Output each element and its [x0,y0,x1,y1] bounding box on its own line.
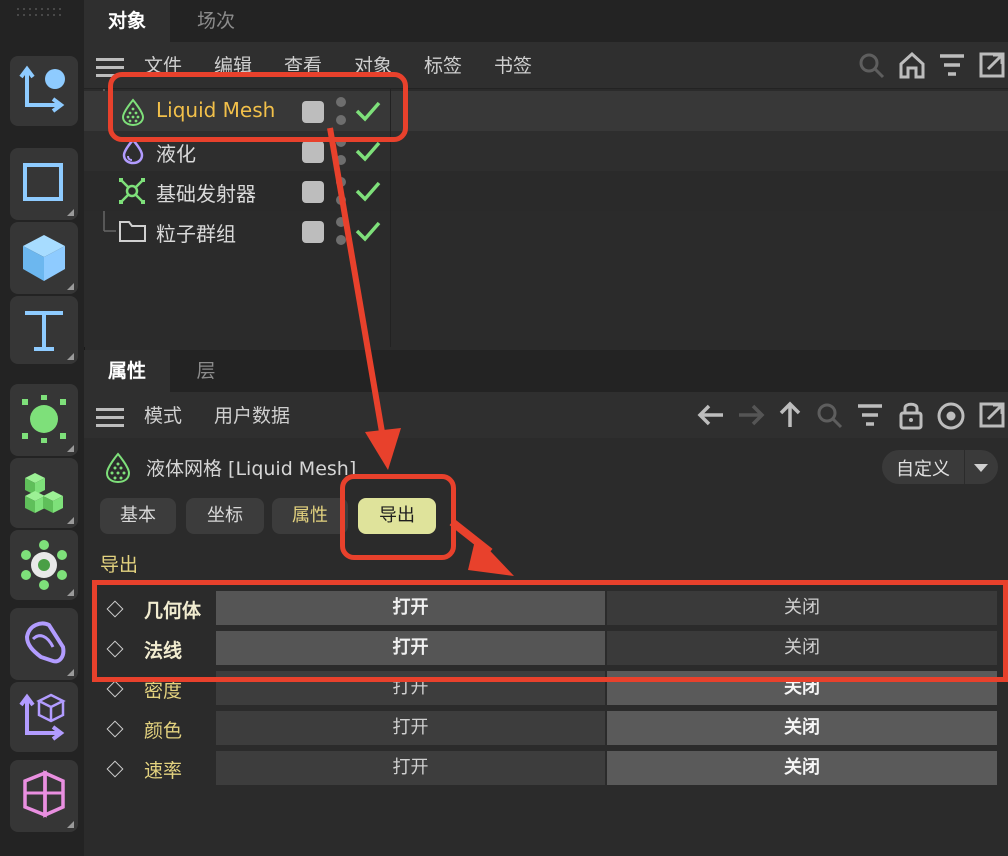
submenu-corner-icon [67,445,74,452]
blocks-icon [25,473,63,513]
emitter-icon [119,178,145,204]
preset-dropdown[interactable]: 自定义 [882,450,998,484]
export-color-row: 颜色 打开 关闭 [84,711,1008,747]
liquid-mesh-icon [105,452,131,484]
coordinate-system-tool[interactable] [10,56,78,126]
attr-label: 速率 [144,760,183,782]
submenu-corner-icon [67,209,74,216]
layer-color-swatch[interactable] [302,181,324,203]
chevron-down-icon[interactable] [974,464,988,472]
forward-arrow-icon[interactable] [736,402,766,428]
deformer-tool[interactable] [10,608,78,680]
render-visibility-dot[interactable] [336,195,346,205]
emitter-icon [22,395,66,443]
deformer-axis-icon [19,693,66,741]
tree-row-label: 基础发射器 [156,182,256,206]
editor-visibility-dot[interactable] [336,177,346,187]
section-title: 导出 [100,554,139,576]
submenu-corner-icon [67,517,74,524]
object-manager-tabs: 对象 场次 [84,0,1008,42]
annotation-highlight-liquid-mesh [108,72,408,142]
tab-coordinates[interactable]: 坐标 [186,498,264,534]
menu-mode[interactable]: 模式 [144,401,182,428]
attribute-manager-menubar: 模式 用户数据 [84,392,1008,438]
rectangle-spline-tool[interactable] [10,148,78,220]
hamburger-menu-icon[interactable] [96,403,124,432]
editor-visibility-dot[interactable] [336,217,346,227]
export-velocity-row: 速率 打开 关闭 [84,751,1008,787]
submenu-corner-icon [67,283,74,290]
search-icon[interactable] [816,402,844,430]
lock-icon[interactable] [898,400,924,430]
annotation-highlight-rows [92,580,1008,682]
open-toggle[interactable]: 打开 [216,751,605,785]
dropdown-divider [964,450,965,484]
tab-properties[interactable]: 属性 [272,498,348,534]
toolbar-grip-icon [17,8,61,16]
preset-label: 自定义 [896,459,950,480]
text-icon [25,311,63,351]
tree-row-particle-group[interactable]: 粒子群组 [84,211,1008,251]
close-toggle[interactable]: 关闭 [607,711,997,745]
folder-icon [119,221,146,242]
gear-icon [21,540,67,590]
rectangle-icon [23,163,63,201]
up-arrow-icon[interactable] [776,401,804,429]
keyframe-diamond-icon[interactable] [106,680,124,698]
filter-icon[interactable] [938,53,966,77]
tab-objects[interactable]: 对象 [84,0,170,42]
tree-row-label: 液化 [156,142,196,166]
submenu-corner-icon [67,589,74,596]
menu-user-data[interactable]: 用户数据 [214,401,290,428]
back-arrow-icon[interactable] [696,402,726,428]
layer-color-swatch[interactable] [302,141,324,163]
enabled-check-icon[interactable] [354,179,382,203]
menu-bookmark[interactable]: 书签 [494,51,532,78]
keyframe-diamond-icon[interactable] [106,760,124,778]
tab-basic[interactable]: 基本 [100,498,176,534]
open-window-icon[interactable] [978,51,1006,79]
left-toolbar [0,0,85,856]
enabled-check-icon[interactable] [354,139,382,163]
tree-row-emitter[interactable]: 基础发射器 [84,171,1008,211]
attr-label: 颜色 [144,720,183,742]
filter-icon[interactable] [856,403,884,427]
enabled-check-icon[interactable] [354,219,382,243]
search-icon[interactable] [858,52,886,80]
text-tool[interactable] [10,296,78,364]
open-toggle[interactable]: 打开 [216,711,605,745]
annotation-highlight-export-tab [340,474,456,560]
keyframe-diamond-icon[interactable] [106,720,124,738]
bend-deformer-icon [24,621,66,664]
object-title: 液体网格 [Liquid Mesh] [146,458,357,480]
close-toggle[interactable]: 关闭 [607,751,997,785]
force-tool[interactable] [10,530,78,600]
target-icon[interactable] [936,401,966,431]
home-icon[interactable] [898,51,926,79]
attribute-manager-tabs: 属性 层 [84,350,1008,392]
symmetry-tool[interactable] [10,760,78,832]
cube-tool[interactable] [10,222,78,294]
coordinate-axis-icon [19,65,65,113]
particle-group-tool[interactable] [10,458,78,528]
deformer-object-tool[interactable] [10,682,78,752]
tree-row-label: 粒子群组 [156,222,236,246]
submenu-corner-icon [67,353,74,360]
submenu-corner-icon [67,821,74,828]
render-visibility-dot[interactable] [336,235,346,245]
submenu-corner-icon [67,669,74,676]
symmetry-icon [23,770,65,818]
cube-icon [23,235,65,281]
tab-attributes[interactable]: 属性 [84,350,170,392]
render-visibility-dot[interactable] [336,155,346,165]
emitter-tool[interactable] [10,384,78,456]
tab-takes[interactable]: 场次 [170,0,262,42]
layer-color-swatch[interactable] [302,221,324,243]
menu-tag[interactable]: 标签 [424,51,462,78]
tab-layers[interactable]: 层 [170,350,242,392]
open-window-icon[interactable] [978,401,1006,429]
